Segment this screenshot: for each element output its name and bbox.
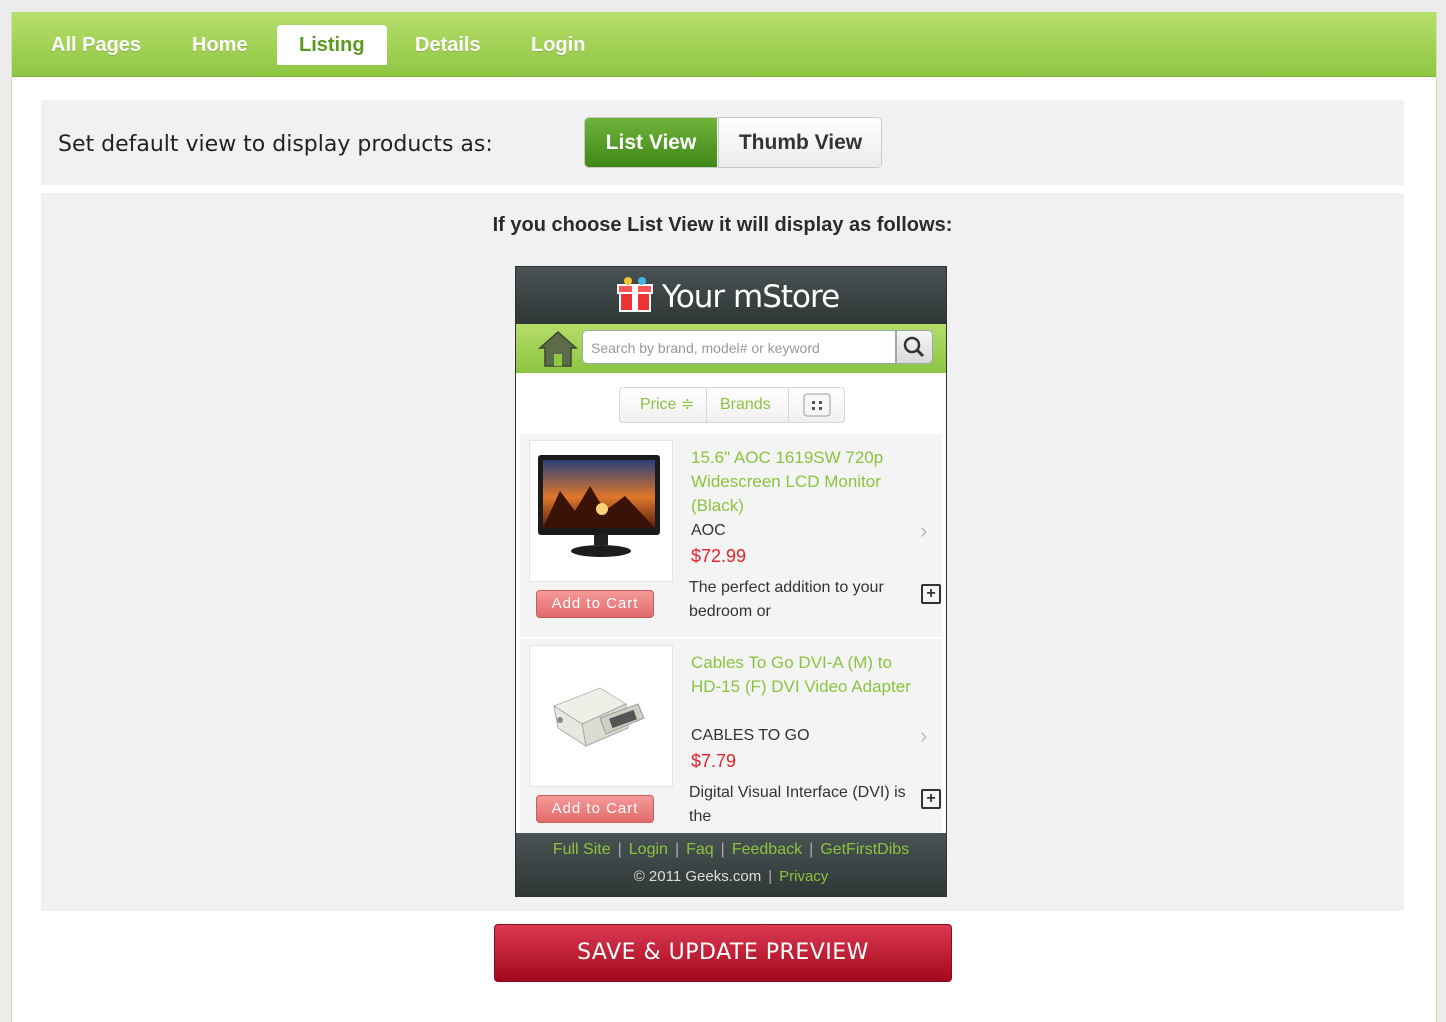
nav-tab-login[interactable]: Login xyxy=(509,25,607,65)
product-item[interactable]: Add to Cart 15.6" AOC 1619SW 720p Widesc… xyxy=(520,434,942,637)
add-to-cart-button[interactable]: Add to Cart xyxy=(536,795,654,823)
store-search-input[interactable]: Search by brand, model# or keyword xyxy=(582,330,896,364)
product-brand: CABLES TO GO xyxy=(691,727,810,744)
add-to-cart-button[interactable]: Add to Cart xyxy=(536,590,654,618)
price-sort-button[interactable]: Price ≑ xyxy=(640,388,694,422)
footer-link-full-site[interactable]: Full Site xyxy=(553,841,611,858)
view-setting-panel: Set default view to display products as:… xyxy=(41,100,1404,185)
preview-panel: If you choose List View it will display … xyxy=(41,193,1404,911)
monitor-image xyxy=(538,455,660,557)
product-description: Digital Visual Interface (DVI) is the xyxy=(689,784,906,825)
view-setting-label: Set default view to display products as: xyxy=(58,132,493,157)
product-price: $7.79 xyxy=(691,751,737,771)
list-view-button[interactable]: List View xyxy=(585,118,717,167)
nav-tab-home[interactable]: Home xyxy=(170,25,270,65)
product-image xyxy=(529,440,673,582)
filter-divider xyxy=(788,388,789,422)
store-footer: Full Site | Login | Faq | Feedback | GetFirstDib… xyxy=(516,833,946,896)
filter-divider xyxy=(706,388,707,422)
store-name: Your mStore xyxy=(662,279,840,315)
footer-link-feedback[interactable]: Feedback xyxy=(732,841,802,858)
dvi-adapter-image xyxy=(552,687,645,748)
product-brand: AOC xyxy=(691,522,726,539)
footer-link-login[interactable]: Login xyxy=(629,841,668,858)
nav-tab-details[interactable]: Details xyxy=(393,25,503,65)
expand-plus-icon[interactable]: + xyxy=(921,584,941,604)
footer-link-faq[interactable]: Faq xyxy=(686,841,714,858)
top-navigation: All Pages Home Listing Details Login xyxy=(12,12,1436,77)
chevron-right-icon[interactable]: › xyxy=(920,518,927,544)
store-search-bar: Search by brand, model# or keyword xyxy=(516,324,946,373)
store-logo: Your mStore xyxy=(616,275,846,315)
page-frame: All Pages Home Listing Details Login Set… xyxy=(11,12,1437,1022)
grid-view-icon[interactable] xyxy=(803,393,831,417)
view-toggle: List View Thumb View xyxy=(584,117,882,168)
product-item[interactable]: Add to Cart Cables To Go DVI-A (M) to HD… xyxy=(520,639,942,842)
nav-tab-all-pages[interactable]: All Pages xyxy=(29,25,163,65)
product-price: $72.99 xyxy=(691,546,747,566)
footer-links: Full Site | Login | Faq | Feedback | GetFirstDib… xyxy=(552,841,910,858)
save-update-preview-button[interactable]: SAVE & UPDATE PREVIEW xyxy=(494,924,952,982)
footer-link-privacy[interactable]: Privacy xyxy=(779,868,828,885)
copyright-text: © 2011 Geeks.com xyxy=(633,868,762,885)
nav-tab-listing[interactable]: Listing xyxy=(277,25,387,65)
store-search-button[interactable] xyxy=(896,330,933,364)
store-header: Your mStore xyxy=(516,267,946,324)
home-icon[interactable] xyxy=(538,330,578,368)
gift-icon xyxy=(617,277,653,312)
search-icon xyxy=(903,336,925,358)
footer-link-getfirstdibs[interactable]: GetFirstDibs xyxy=(820,841,909,858)
preview-caption: If you choose List View it will display … xyxy=(492,214,953,236)
footer-copyright: © 2011 Geeks.com | Privacy xyxy=(633,868,829,885)
product-title[interactable]: 15.6" AOC 1619SW 720p Widescreen LCD Mon… xyxy=(691,446,921,518)
mobile-preview: Your mStore Search by brand, model# or k… xyxy=(515,266,947,897)
product-title[interactable]: Cables To Go DVI-A (M) to HD-15 (F) DVI … xyxy=(691,651,921,699)
expand-plus-icon[interactable]: + xyxy=(921,789,941,809)
brands-filter-button[interactable]: Brands xyxy=(720,388,771,422)
product-description: The perfect addition to your bedroom or xyxy=(689,579,884,620)
product-image xyxy=(529,645,673,787)
store-filter-bar: Price ≑ Brands xyxy=(619,387,845,423)
thumb-view-button[interactable]: Thumb View xyxy=(718,118,881,167)
chevron-right-icon[interactable]: › xyxy=(920,723,927,749)
